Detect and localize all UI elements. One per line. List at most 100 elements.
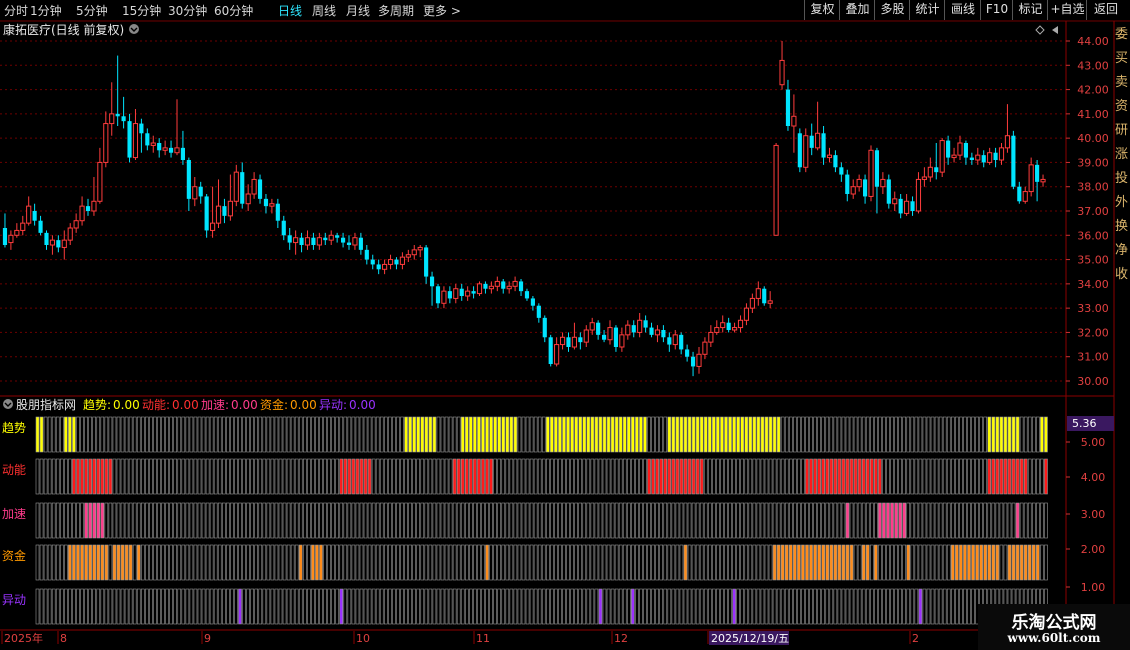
candle-body[interactable]: [304, 237, 311, 246]
candle-body[interactable]: [275, 203, 280, 221]
candle-body[interactable]: [512, 280, 518, 287]
candle-body[interactable]: [323, 237, 328, 241]
candle-body[interactable]: [571, 336, 577, 348]
candle-body[interactable]: [311, 237, 316, 245]
candle-body[interactable]: [56, 240, 61, 248]
candle-body[interactable]: [180, 147, 185, 160]
candle-body[interactable]: [186, 160, 191, 199]
candle-body[interactable]: [44, 232, 49, 245]
candle-body[interactable]: [251, 178, 257, 195]
candle-body[interactable]: [785, 89, 791, 126]
candle-body[interactable]: [654, 329, 661, 336]
candle-body[interactable]: [281, 220, 286, 236]
candle-body[interactable]: [61, 239, 67, 248]
candle-body[interactable]: [424, 247, 429, 277]
candle-body[interactable]: [637, 319, 643, 333]
candle-body[interactable]: [174, 147, 180, 154]
candle-body[interactable]: [578, 337, 583, 343]
candle-body[interactable]: [435, 286, 441, 304]
candle-body[interactable]: [198, 186, 203, 197]
candle-body[interactable]: [1028, 164, 1034, 193]
candle-body[interactable]: [447, 291, 452, 299]
candle-body[interactable]: [821, 133, 826, 158]
candle-body[interactable]: [619, 334, 625, 348]
candle-body[interactable]: [132, 123, 139, 159]
candle-body[interactable]: [38, 220, 43, 233]
candle-body[interactable]: [215, 205, 222, 224]
chevron-down-icon[interactable]: [3, 399, 13, 409]
candle-body[interactable]: [67, 227, 73, 241]
candle-body[interactable]: [530, 298, 535, 306]
candle-body[interactable]: [210, 222, 216, 231]
candle-body[interactable]: [453, 288, 459, 299]
candle-body[interactable]: [341, 237, 346, 243]
candle-body[interactable]: [809, 135, 814, 148]
candle-body[interactable]: [1040, 178, 1046, 183]
candle-body[interactable]: [702, 341, 708, 355]
candle-body[interactable]: [459, 288, 464, 296]
candle-body[interactable]: [73, 220, 79, 229]
candle-body[interactable]: [346, 242, 352, 245]
candle-body[interactable]: [91, 200, 97, 212]
candle-body[interactable]: [963, 143, 968, 158]
diamond-icon[interactable]: [1035, 25, 1045, 35]
candle-body[interactable]: [767, 300, 773, 304]
candle-body[interactable]: [826, 154, 833, 159]
candle-body[interactable]: [957, 142, 963, 156]
candle-body[interactable]: [227, 200, 233, 217]
timeframe-tab[interactable]: 1分钟: [30, 2, 62, 19]
collapse-icon[interactable]: [1052, 26, 1058, 34]
candle-body[interactable]: [602, 334, 607, 340]
candle-body[interactable]: [14, 229, 20, 236]
candle-body[interactable]: [927, 166, 933, 178]
candle-body[interactable]: [536, 305, 541, 318]
candle-body[interactable]: [121, 116, 126, 122]
candle-body[interactable]: [726, 322, 731, 330]
candle-body[interactable]: [791, 115, 797, 127]
candle-body[interactable]: [245, 193, 251, 205]
candle-body[interactable]: [85, 206, 91, 211]
candle-body[interactable]: [993, 152, 998, 160]
candle-body[interactable]: [607, 327, 613, 341]
candle-body[interactable]: [1035, 164, 1040, 182]
candle-body[interactable]: [685, 349, 690, 357]
timeframe-tab[interactable]: 15分钟: [122, 2, 161, 19]
candle-body[interactable]: [886, 179, 891, 204]
candle-body[interactable]: [625, 324, 631, 336]
candle-body[interactable]: [364, 249, 369, 260]
candle-body[interactable]: [524, 291, 530, 299]
candle-body[interactable]: [946, 140, 951, 158]
candle-body[interactable]: [904, 200, 910, 214]
chevron-down-icon[interactable]: [129, 24, 139, 34]
candle-body[interactable]: [222, 206, 227, 216]
candle-body[interactable]: [856, 178, 862, 188]
candle-body[interactable]: [358, 237, 363, 250]
candle-body[interactable]: [2, 228, 8, 245]
candle-body[interactable]: [743, 307, 750, 321]
timeframe-tab[interactable]: 日线: [278, 2, 302, 19]
candle-body[interactable]: [613, 327, 619, 347]
candle-body[interactable]: [483, 283, 488, 289]
candle-body[interactable]: [162, 147, 168, 151]
timeframe-tab[interactable]: 周线: [312, 2, 336, 19]
candle-body[interactable]: [405, 254, 411, 258]
candle-body[interactable]: [1017, 186, 1022, 202]
candle-body[interactable]: [874, 150, 880, 187]
candle-body[interactable]: [139, 123, 144, 134]
candle-body[interactable]: [915, 178, 922, 212]
candle-body[interactable]: [488, 285, 494, 290]
candle-body[interactable]: [720, 322, 726, 329]
toolbar-button[interactable]: F10: [980, 0, 1013, 20]
candle-body[interactable]: [494, 280, 500, 287]
candle-body[interactable]: [839, 167, 844, 175]
toolbar-button[interactable]: 画线: [944, 0, 981, 20]
candle-body[interactable]: [732, 327, 738, 331]
candle-body[interactable]: [263, 198, 269, 207]
candle-body[interactable]: [501, 281, 506, 289]
candle-body[interactable]: [394, 259, 399, 265]
candle-body[interactable]: [631, 325, 636, 333]
candle-body[interactable]: [755, 288, 761, 299]
candle-body[interactable]: [240, 172, 245, 204]
candle-body[interactable]: [328, 234, 334, 241]
candle-body[interactable]: [192, 186, 198, 200]
